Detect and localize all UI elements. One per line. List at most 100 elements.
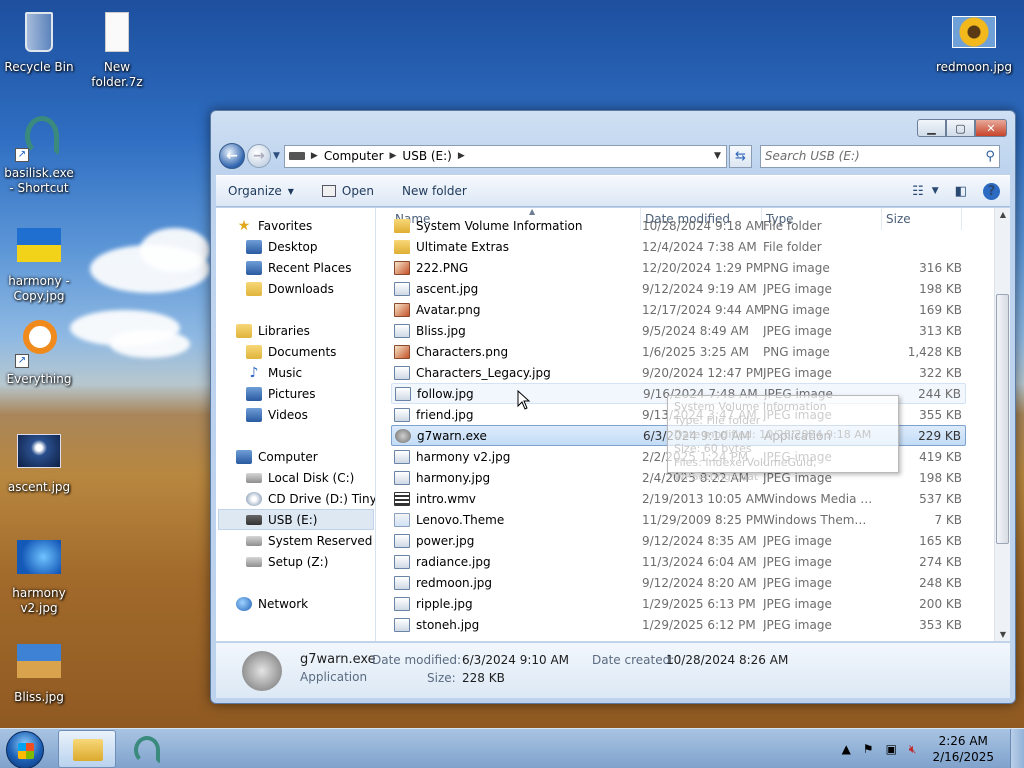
scroll-thumb[interactable] [996,294,1009,544]
desktop-icon-harmony-copy[interactable]: harmony - Copy.jpg [0,222,78,304]
minimize-button[interactable]: ▁ [917,119,946,137]
file-row[interactable]: power.jpg 9/12/2024 8:35 AM JPEG image 165 … [391,530,966,551]
nav-music[interactable]: ♪ Music [246,362,303,383]
show-desktop-button[interactable] [1010,729,1024,768]
desktop-icon-new-folder-7z[interactable]: New folder.7z [78,8,156,90]
nav-desktop[interactable]: Desktop [246,236,318,257]
file-date-modified: 11/3/2024 6:04 AM [642,554,757,569]
open-button[interactable]: Open [321,184,374,198]
png-file-icon [394,344,410,359]
organize-button[interactable]: Organize ▼ [228,184,294,198]
chevron-down-icon[interactable]: ▼ [932,186,939,196]
show-hidden-icons-icon[interactable]: ▲ [842,742,851,756]
file-row[interactable]: Ultimate Extras 12/4/2024 7:38 AM File fol… [391,236,966,257]
back-button[interactable]: ← [219,143,245,169]
clock[interactable]: 2:26 AM 2/16/2025 [932,733,994,765]
scroll-up-icon[interactable]: ▲ [995,210,1011,219]
address-dropdown-icon[interactable]: ▼ [709,151,726,161]
forward-button[interactable]: → [247,144,271,168]
action-center-flag-icon[interactable]: ⚑ [863,742,874,756]
close-button[interactable]: ✕ [975,119,1007,137]
file-row[interactable]: stoneh.jpg 1/29/2025 6:12 PM JPEG image 353… [391,614,966,635]
search-icon[interactable]: ⚲ [985,149,995,164]
taskbar: ▲ ⚑ ▣ 🔇︎ 2:26 AM 2/16/2025 [0,728,1024,768]
view-controls: ☷ ▼ ◧ ? [896,182,1000,200]
desktop-icon-everything[interactable]: ↗ Everything [0,320,78,387]
file-size: 165 KB [919,533,962,548]
network-status-icon[interactable]: ▣ [886,742,897,756]
nav-setup-z[interactable]: Setup (Z:) [246,551,328,572]
nav-system-reserved-f[interactable]: System Reserved (F:) [246,530,375,551]
desktop-icon-bliss[interactable]: Bliss.jpg [0,638,78,705]
new-folder-button[interactable]: New folder [402,184,467,198]
desktop-icon-basilisk-shortcut[interactable]: ↗ basilisk.exe - Shortcut [0,114,78,196]
cd-drive-icon [246,491,262,506]
breadcrumb-separator-icon[interactable]: ▶ [309,151,320,161]
desktop-icon-recycle-bin[interactable]: Recycle Bin [0,8,78,75]
breadcrumb-computer[interactable]: Computer [320,149,388,163]
file-name: 222.PNG [416,260,469,275]
change-view-icon[interactable]: ☷ [912,184,924,199]
maximize-button[interactable]: ▢ [946,119,975,137]
nav-local-disk-c[interactable]: Local Disk (C:) [246,467,354,488]
file-row[interactable]: Bliss.jpg 9/5/2024 8:49 AM JPEG image 313 K… [391,320,966,341]
file-row[interactable]: Avatar.png 12/17/2024 9:44 AM PNG image 169… [391,299,966,320]
nav-documents[interactable]: Documents [246,341,336,362]
volume-muted-icon[interactable]: 🔇︎ [909,742,917,757]
file-row[interactable]: redmoon.jpg 9/12/2024 8:20 AM JPEG image 24… [391,572,966,593]
file-size: 353 KB [919,617,962,632]
file-row[interactable]: ascent.jpg 9/12/2024 9:19 AM JPEG image 198… [391,278,966,299]
file-name: Characters.png [416,344,509,359]
tooltip-line: Date modified: 10/28/2024 9:18 AM [674,428,872,441]
nav-downloads[interactable]: Downloads [246,278,334,299]
breadcrumb-separator-icon[interactable]: ▶ [456,151,467,161]
nav-libraries[interactable]: Libraries [236,320,310,341]
refresh-button[interactable]: ⇆ [728,144,752,168]
search-input[interactable] [764,149,986,163]
scroll-down-icon[interactable]: ▼ [995,630,1011,639]
search-box[interactable]: ⚲ [759,144,1000,168]
nav-usb-e[interactable]: USB (E:) [218,509,374,530]
file-size: 7 KB [934,512,962,527]
desktop-icon-harmony-v2[interactable]: harmony v2.jpg [0,534,78,616]
file-row[interactable]: ripple.jpg 1/29/2025 6:13 PM JPEG image 200… [391,593,966,614]
nav-favorites[interactable]: ★ Favorites [236,215,313,236]
file-name: ripple.jpg [416,596,473,611]
nav-pictures[interactable]: Pictures [246,383,316,404]
nav-network[interactable]: Network [236,593,308,614]
tooltip-line: Size: 60 bytes [674,442,752,455]
taskbar-basilisk-button[interactable] [120,730,178,768]
desktop-icon-label: Bliss.jpg [14,690,64,704]
file-row[interactable]: Characters.png 1/6/2025 3:25 AM PNG image 1… [391,341,966,362]
file-size: 244 KB [918,386,961,401]
file-row[interactable]: Characters_Legacy.jpg 9/20/2024 12:47 PM J… [391,362,966,383]
desktop-icon-ascent[interactable]: ascent.jpg [0,428,78,495]
address-bar[interactable]: ▶ Computer ▶ USB (E:) ▶ ▼ [283,144,727,168]
file-date-modified: 10/28/2024 9:18 AM [642,218,765,233]
file-row[interactable]: System Volume Information 10/28/2024 9:18… [391,215,966,236]
nav-computer[interactable]: Computer [236,446,318,467]
pictures-icon [246,386,262,401]
cloud [110,330,190,358]
desktop-icon-redmoon[interactable]: redmoon.jpg [935,8,1013,75]
file-row[interactable]: radiance.jpg 11/3/2024 6:04 AM JPEG image 2… [391,551,966,572]
taskbar-explorer-button[interactable] [58,730,116,768]
lighthouse-image-icon [15,428,63,476]
breadcrumb-usb[interactable]: USB (E:) [398,149,455,163]
recent-pages-dropdown[interactable]: ▼ [273,151,280,161]
nav-videos[interactable]: Videos [246,404,308,425]
start-button[interactable] [6,731,44,768]
desktop-icon [246,239,262,254]
vertical-scrollbar[interactable]: ▲ ▼ [994,208,1010,641]
file-size: 198 KB [919,470,962,485]
shortcut-arrow-icon: ↗ [15,354,29,368]
help-icon[interactable]: ? [983,182,1000,200]
file-row[interactable]: intro.wmv 2/19/2013 10:05 AM Windows Media… [391,488,966,509]
file-row[interactable]: 222.PNG 12/20/2024 1:29 PM PNG image 316 KB [391,257,966,278]
breadcrumb-separator-icon[interactable]: ▶ [388,151,399,161]
nav-cd-drive-d[interactable]: CD Drive (D:) Tiny7 x [246,488,375,509]
preview-pane-icon[interactable]: ◧ [955,184,967,199]
nav-recent-places[interactable]: Recent Places [246,257,351,278]
file-row[interactable]: Lenovo.Theme 11/29/2009 8:25 PM Windows Th… [391,509,966,530]
file-size: 313 KB [919,323,962,338]
